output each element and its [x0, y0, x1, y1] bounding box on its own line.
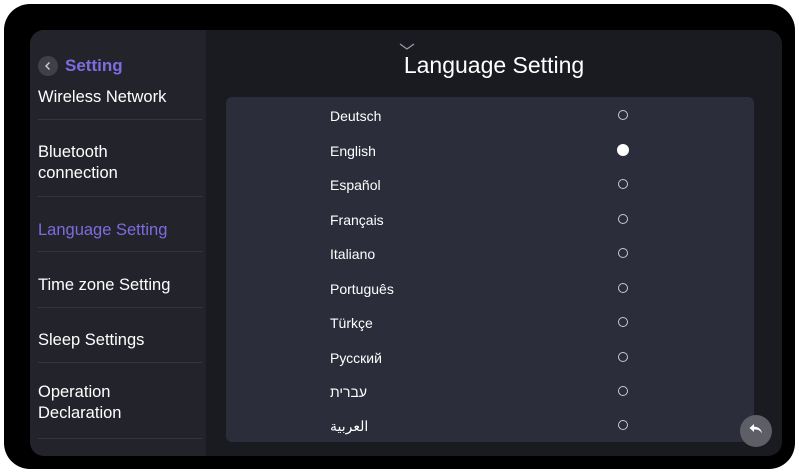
sidebar-item-language-setting[interactable]: Language Setting	[30, 220, 206, 241]
radio-button[interactable]	[618, 283, 628, 293]
radio-button[interactable]	[618, 179, 628, 189]
return-arrow-icon	[747, 420, 765, 443]
language-option-francais[interactable]: Français	[226, 203, 754, 237]
sidebar-divider	[38, 251, 202, 252]
sidebar-divider	[38, 307, 202, 308]
sidebar-item-wireless-network[interactable]: Wireless Network	[30, 87, 206, 108]
language-label: Türkçe	[330, 315, 373, 331]
sidebar-item-time-zone-setting[interactable]: Time zone Setting	[30, 275, 206, 296]
language-label: English	[330, 143, 376, 159]
language-option-turkce[interactable]: Türkçe	[226, 306, 754, 340]
back-button[interactable]: Setting	[38, 54, 123, 78]
radio-button[interactable]	[618, 214, 628, 224]
sidebar: Setting Wireless Network Bluetooth conne…	[30, 30, 206, 456]
return-button[interactable]	[740, 415, 772, 447]
screen: Setting Wireless Network Bluetooth conne…	[30, 30, 782, 456]
language-label: Deutsch	[330, 108, 382, 124]
language-option-hebrew[interactable]: עברית	[226, 375, 754, 409]
radio-button[interactable]	[618, 248, 628, 258]
language-option-deutsch[interactable]: Deutsch	[226, 99, 754, 133]
language-option-portugues[interactable]: Português	[226, 272, 754, 306]
language-label: العربية	[330, 418, 369, 434]
language-label: Español	[330, 177, 381, 193]
language-option-russian[interactable]: Русский	[226, 341, 754, 375]
language-option-espanol[interactable]: Español	[226, 168, 754, 202]
language-label: Français	[330, 212, 384, 228]
language-list: Deutsch English Español Français Italian…	[226, 97, 754, 442]
sidebar-divider	[38, 438, 202, 439]
sidebar-divider	[38, 119, 202, 120]
page-title: Language Setting	[403, 52, 585, 78]
sidebar-item-sleep-settings[interactable]: Sleep Settings	[30, 330, 206, 351]
radio-button[interactable]	[618, 317, 628, 327]
chevron-left-icon	[38, 56, 58, 76]
sidebar-divider	[38, 196, 202, 197]
language-option-english[interactable]: English	[226, 134, 754, 168]
radio-button[interactable]	[618, 420, 628, 430]
language-option-arabic[interactable]: العربية	[226, 409, 754, 443]
back-label: Setting	[65, 56, 123, 75]
radio-button[interactable]	[618, 110, 628, 120]
language-label: Русский	[330, 350, 382, 366]
language-label: Italiano	[330, 246, 376, 262]
radio-button[interactable]	[618, 386, 628, 396]
sidebar-item-operation-declaration[interactable]: Operation Declaration	[30, 382, 206, 424]
language-label: Português	[330, 281, 394, 297]
language-option-italiano[interactable]: Italiano	[226, 237, 754, 271]
sidebar-item-bluetooth-connection[interactable]: Bluetooth connection	[30, 142, 206, 184]
device-bezel: Setting Wireless Network Bluetooth conne…	[4, 4, 795, 469]
radio-button-selected[interactable]	[617, 144, 629, 156]
language-label: עברית	[330, 384, 368, 400]
sidebar-divider	[38, 362, 202, 363]
radio-button[interactable]	[618, 352, 628, 362]
